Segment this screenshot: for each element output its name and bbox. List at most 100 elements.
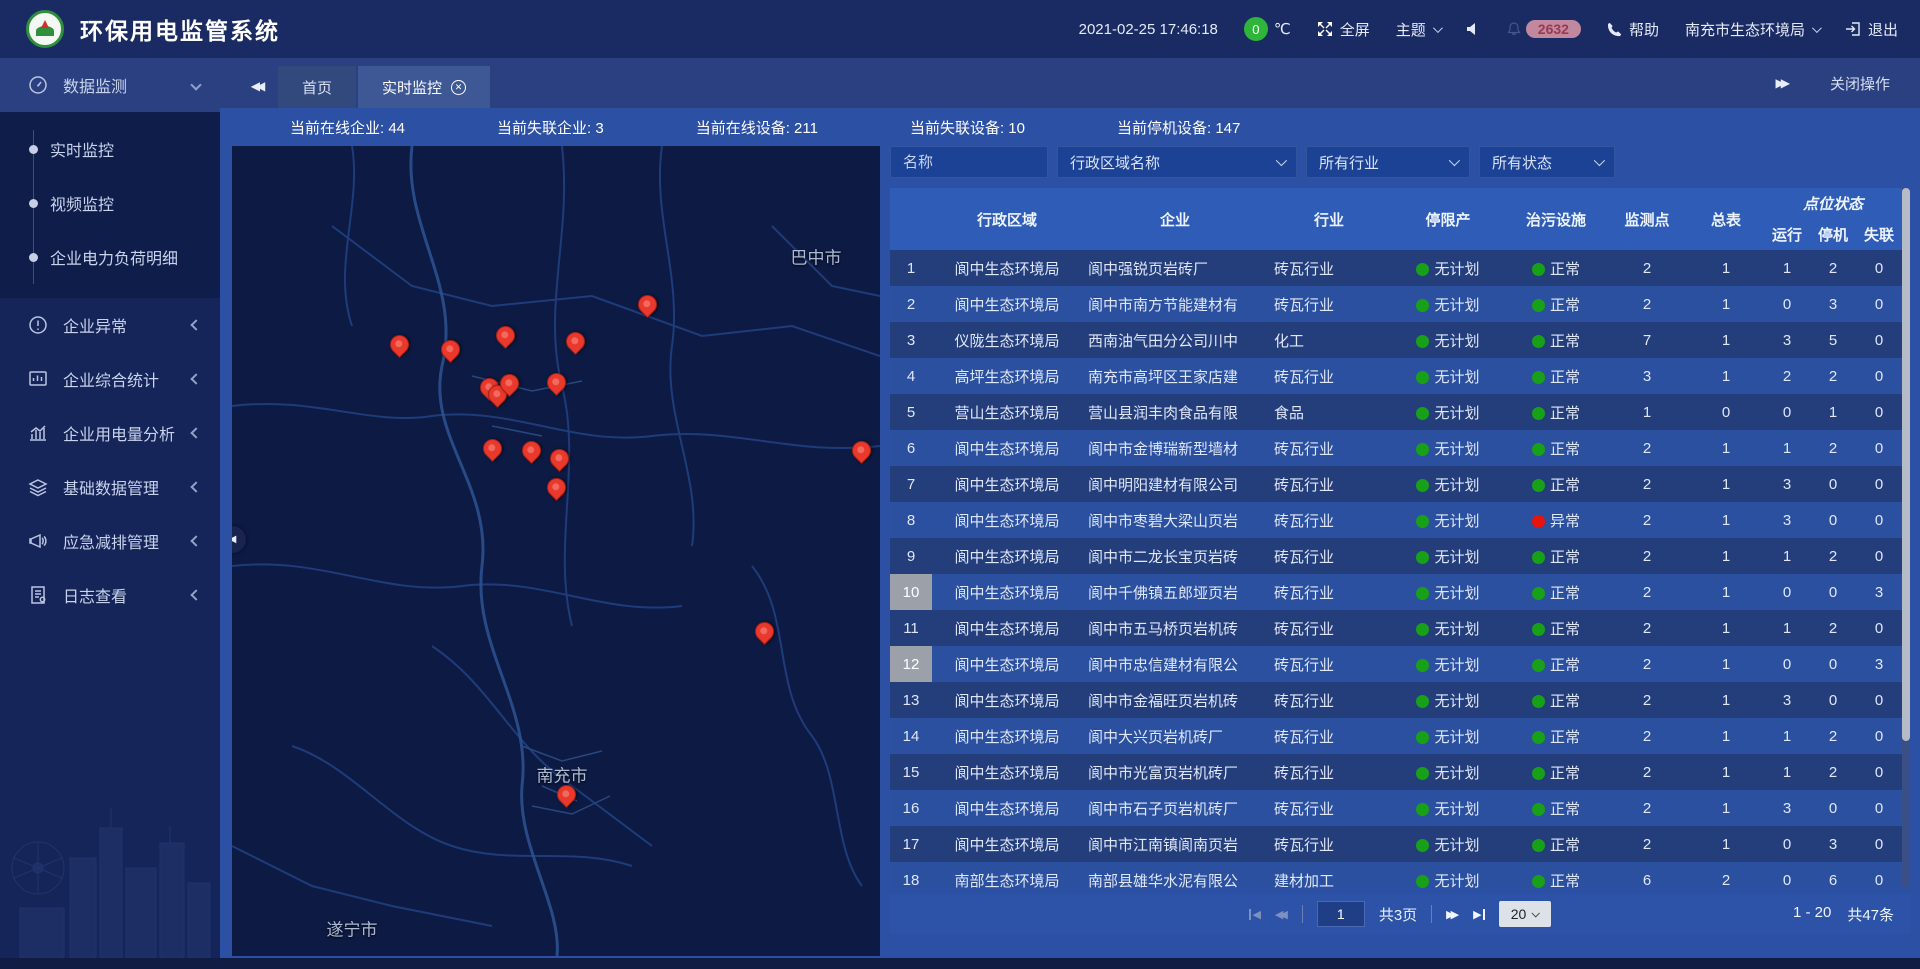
table-cell: 2 xyxy=(1606,682,1688,718)
sidebar-subitem-realtime-monitoring[interactable]: 实时监控 xyxy=(0,122,220,176)
sidebar-item-label: 基础数据管理 xyxy=(63,475,159,499)
table-row[interactable]: 18南部生态环境局南部县雄华水泥有限公建材加工无计划正常62060 xyxy=(890,862,1902,888)
scrollbar-thumb[interactable] xyxy=(1902,188,1910,741)
col-region: 行政区域 xyxy=(932,188,1082,250)
phone-icon xyxy=(1607,22,1622,37)
sidebar-item-label: 企业用电量分析 xyxy=(63,421,175,445)
sidebar-item-enterprise-anomaly[interactable]: 企业异常 xyxy=(0,298,220,352)
sidebar-item-base-data[interactable]: 基础数据管理 xyxy=(0,460,220,514)
table-scrollbar[interactable] xyxy=(1902,188,1910,888)
table-row[interactable]: 5营山生态环境局营山县润丰肉食品有限食品无计划正常10010 xyxy=(890,394,1902,430)
table-cell: 7 xyxy=(890,466,932,502)
tab-close-icon[interactable]: ✕ xyxy=(451,80,466,95)
sidebar-subitem-power-load-detail[interactable]: 企业电力负荷明细 xyxy=(0,230,220,284)
tab-home[interactable]: 首页 xyxy=(278,66,356,108)
table-row[interactable]: 7阆中生态环境局阆中明阳建材有限公司砖瓦行业无计划正常21300 xyxy=(890,466,1902,502)
next-page-button[interactable]: ▶▶ xyxy=(1446,908,1459,921)
table-cell: 无计划 xyxy=(1390,754,1506,790)
table-cell: 阆中生态环境局 xyxy=(932,610,1082,646)
table-cell: 1 xyxy=(1688,610,1764,646)
table-cell: 无计划 xyxy=(1390,826,1506,862)
table-cell: 0 xyxy=(1688,394,1764,430)
filter-bar: 行政区域名称 所有行业 所有状态 xyxy=(890,146,1910,178)
table-cell: 18 xyxy=(890,862,932,888)
table-cell: 2 xyxy=(1606,754,1688,790)
fullscreen-button[interactable]: 全屏 xyxy=(1317,19,1370,40)
status-dot-green xyxy=(1416,839,1429,852)
table-row[interactable]: 12阆中生态环境局阆中市忠信建材有限公砖瓦行业无计划正常21003 xyxy=(890,646,1902,682)
table-row[interactable]: 17阆中生态环境局阆中市江南镇阆南页岩砖瓦行业无计划正常21030 xyxy=(890,826,1902,862)
page-size-select[interactable]: 20 xyxy=(1499,901,1551,927)
region-filter-select[interactable]: 行政区域名称 xyxy=(1057,146,1297,178)
table-cell: 异常 xyxy=(1506,502,1606,538)
table-row[interactable]: 1阆中生态环境局阆中强锐页岩砖厂砖瓦行业无计划正常21120 xyxy=(890,250,1902,286)
logout-button[interactable]: 退出 xyxy=(1845,19,1898,40)
sidebar-item-power-analysis[interactable]: 企业用电量分析 xyxy=(0,406,220,460)
table-cell: 2 xyxy=(1606,646,1688,682)
page-number-input[interactable] xyxy=(1317,901,1365,927)
table-cell: 0 xyxy=(1856,394,1902,430)
sidebar-item-log-view[interactable]: 日志查看 xyxy=(0,568,220,622)
temperature-indicator: 0 ℃ xyxy=(1244,17,1291,41)
table-row[interactable]: 8阆中生态环境局阆中市枣碧大梁山页岩砖瓦行业无计划异常21300 xyxy=(890,502,1902,538)
map-panel[interactable]: 巴中市南充市遂宁市 ◀ xyxy=(232,146,880,956)
mute-speaker-icon[interactable] xyxy=(1466,22,1480,36)
table-cell: 2 xyxy=(1810,538,1856,574)
table-cell: 阆中明阳建材有限公司 xyxy=(1082,466,1268,502)
org-menu-button[interactable]: 南充市生态环境局 xyxy=(1685,19,1819,40)
tabs-scroll-right-button[interactable]: ▶▶ xyxy=(1776,76,1790,90)
status-filter-select[interactable]: 所有状态 xyxy=(1479,146,1615,178)
status-dot-green xyxy=(1532,263,1545,276)
range-label: 1 - 20 xyxy=(1793,904,1831,925)
theme-menu-button[interactable]: 主题 xyxy=(1396,19,1440,40)
table-row[interactable]: 6阆中生态环境局阆中市金博瑞新型墙材砖瓦行业无计划正常21120 xyxy=(890,430,1902,466)
table-row[interactable]: 10阆中生态环境局阆中千佛镇五郎垭页岩砖瓦行业无计划正常21003 xyxy=(890,574,1902,610)
table-row[interactable]: 16阆中生态环境局阆中市石子页岩机砖厂砖瓦行业无计划正常21300 xyxy=(890,790,1902,826)
table-row[interactable]: 13阆中生态环境局阆中市金福旺页岩机砖砖瓦行业无计划正常21300 xyxy=(890,682,1902,718)
table-row[interactable]: 9阆中生态环境局阆中市二龙长宝页岩砖砖瓦行业无计划正常21120 xyxy=(890,538,1902,574)
table-cell: 6 xyxy=(1810,862,1856,888)
table-row[interactable]: 4高坪生态环境局南充市高坪区王家店建砖瓦行业无计划正常31220 xyxy=(890,358,1902,394)
table-cell: 1 xyxy=(1688,754,1764,790)
tab-bar: ◀◀ 首页 实时监控 ✕ ▶▶ 关闭操作 xyxy=(220,58,1920,108)
table-cell: 正常 xyxy=(1506,790,1606,826)
tab-realtime-monitoring[interactable]: 实时监控 ✕ xyxy=(358,66,490,108)
table-row[interactable]: 15阆中生态环境局阆中市光富页岩机砖厂砖瓦行业无计划正常21120 xyxy=(890,754,1902,790)
chart-window-icon xyxy=(28,369,48,389)
sidebar-subitem-label: 实时监控 xyxy=(50,137,114,161)
table-cell: 1 xyxy=(1688,718,1764,754)
tabs-scroll-left-button[interactable]: ◀◀ xyxy=(234,66,278,108)
sidebar-item-enterprise-statistics[interactable]: 企业综合统计 xyxy=(0,352,220,406)
app-title: 环保用电监管系统 xyxy=(80,12,280,46)
theme-label: 主题 xyxy=(1396,19,1426,40)
table-row[interactable]: 14阆中生态环境局阆中大兴页岩机砖厂砖瓦行业无计划正常21120 xyxy=(890,718,1902,754)
sidebar-item-data-monitoring[interactable]: 数据监测 xyxy=(0,58,220,112)
table-cell: 1 xyxy=(1764,610,1810,646)
chevron-down-icon xyxy=(1449,155,1460,166)
table-row[interactable]: 2阆中生态环境局阆中市南方节能建材有砖瓦行业无计划正常21030 xyxy=(890,286,1902,322)
table-cell: 2 xyxy=(1764,358,1810,394)
table-cell: 砖瓦行业 xyxy=(1268,286,1390,322)
close-operations-button[interactable]: 关闭操作 xyxy=(1830,73,1890,94)
table-cell: 3 xyxy=(1764,790,1810,826)
notifications-button[interactable]: 2632 xyxy=(1506,20,1581,38)
sidebar-subitem-video-monitoring[interactable]: 视频监控 xyxy=(0,176,220,230)
total-records-label: 共47条 xyxy=(1847,904,1894,925)
sidebar-item-emergency-reduction[interactable]: 应急减排管理 xyxy=(0,514,220,568)
help-button[interactable]: 帮助 xyxy=(1607,19,1659,40)
last-page-button[interactable]: ▶ xyxy=(1473,908,1484,921)
name-filter-input[interactable] xyxy=(890,146,1048,178)
previous-page-button[interactable]: ◀◀ xyxy=(1275,908,1288,921)
table-row[interactable]: 3仪陇生态环境局西南油气田分公司川中化工无计划正常71350 xyxy=(890,322,1902,358)
table-cell: 南部县雄华水泥有限公 xyxy=(1082,862,1268,888)
table-cell: 阆中生态环境局 xyxy=(932,826,1082,862)
industry-filter-value: 所有行业 xyxy=(1319,152,1379,173)
first-page-button[interactable]: ◀ xyxy=(1249,908,1260,921)
table-cell: 无计划 xyxy=(1390,538,1506,574)
table-cell: 1 xyxy=(1688,430,1764,466)
table-cell: 0 xyxy=(1856,466,1902,502)
table-row[interactable]: 11阆中生态环境局阆中市五马桥页岩机砖砖瓦行业无计划正常21120 xyxy=(890,610,1902,646)
col-company: 企业 xyxy=(1082,188,1268,250)
table-cell: 1 xyxy=(1764,718,1810,754)
industry-filter-select[interactable]: 所有行业 xyxy=(1306,146,1470,178)
